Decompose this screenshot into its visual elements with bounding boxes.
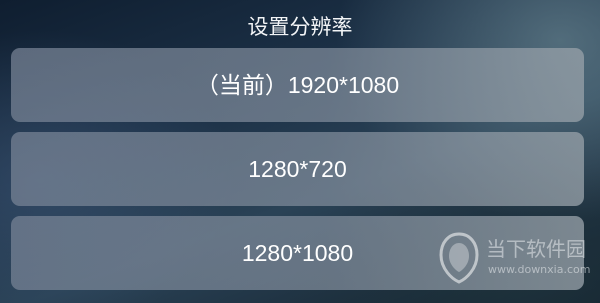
downxia-logo-icon — [439, 232, 479, 284]
watermark-name: 当下软件园 — [486, 237, 586, 261]
watermark-url: www.downxia.com — [488, 263, 591, 276]
dialog-title: 设置分辨率 — [247, 15, 353, 39]
watermark: 当下软件园 www.downxia.com — [436, 225, 590, 289]
resolution-option-1920x1080[interactable]: （当前）1920*1080 — [11, 48, 584, 122]
resolution-option-1280x720[interactable]: 1280*720 — [11, 132, 584, 206]
